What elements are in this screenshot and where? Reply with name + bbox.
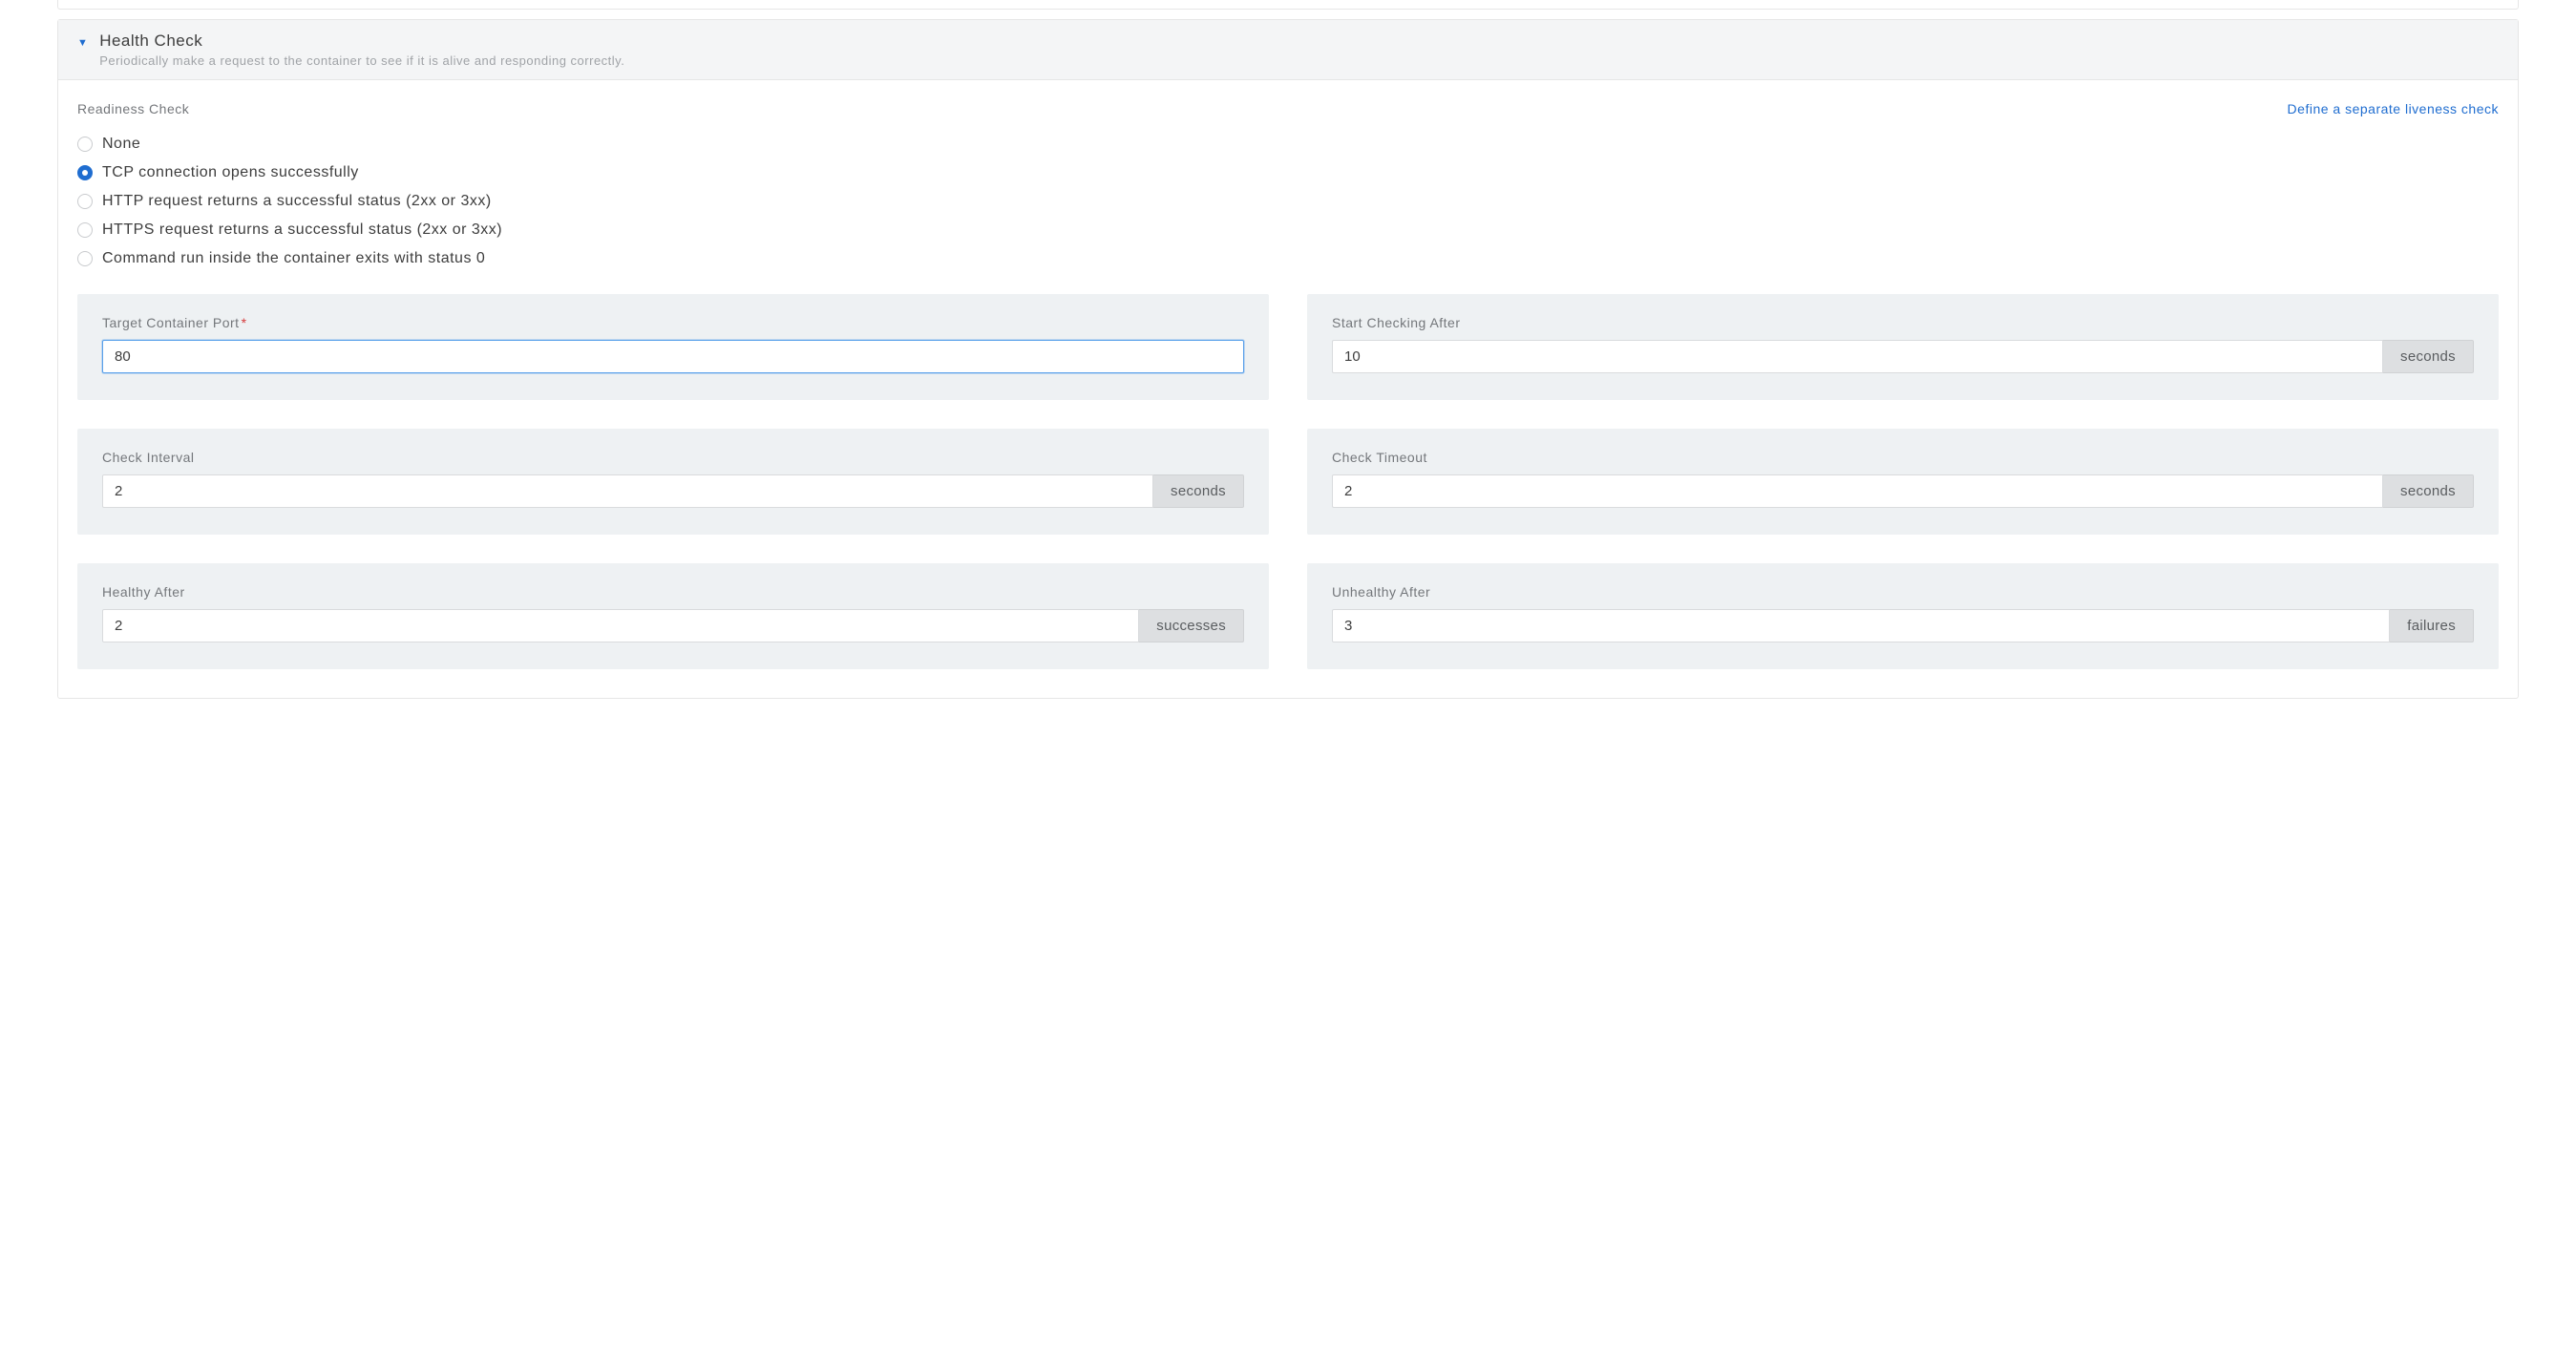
panel-subtitle: Periodically make a request to the conta… [99, 53, 624, 68]
field-label: Healthy After [102, 584, 1244, 600]
input-addon: seconds [2383, 474, 2474, 508]
radio-label: Command run inside the container exits w… [102, 250, 485, 267]
required-asterisk: * [242, 315, 247, 330]
input-addon: failures [2390, 609, 2474, 642]
check-timeout-field: Check Timeout seconds [1307, 429, 2499, 535]
field-label-text: Target Container Port [102, 315, 240, 330]
readiness-check-label: Readiness Check [77, 101, 189, 116]
unhealthy-after-field: Unhealthy After failures [1307, 563, 2499, 669]
input-addon: successes [1139, 609, 1244, 642]
field-label: Unhealthy After [1332, 584, 2474, 600]
check-type-radio-group: None TCP connection opens successfully H… [77, 136, 2499, 267]
check-timeout-input[interactable] [1332, 474, 2383, 508]
unhealthy-after-input[interactable] [1332, 609, 2390, 642]
input-addon: seconds [1153, 474, 1244, 508]
target-port-field: Target Container Port* [77, 294, 1269, 400]
panel-body: Readiness Check Define a separate livene… [58, 80, 2518, 698]
healthy-after-input[interactable] [102, 609, 1139, 642]
radio-https[interactable]: HTTPS request returns a successful statu… [77, 221, 2499, 239]
target-port-input[interactable] [102, 340, 1244, 373]
field-label: Check Interval [102, 450, 1244, 465]
radio-label: TCP connection opens successfully [102, 164, 359, 181]
radio-icon [77, 165, 93, 180]
radio-label: HTTPS request returns a successful statu… [102, 221, 502, 239]
previous-panel-edge [57, 0, 2519, 10]
define-liveness-link[interactable]: Define a separate liveness check [2288, 101, 2499, 116]
radio-label: None [102, 136, 140, 153]
panel-title: Health Check [99, 32, 624, 51]
radio-tcp[interactable]: TCP connection opens successfully [77, 164, 2499, 181]
radio-none[interactable]: None [77, 136, 2499, 153]
collapse-icon[interactable]: ▼ [77, 37, 88, 49]
field-label: Start Checking After [1332, 315, 2474, 330]
radio-icon [77, 194, 93, 209]
radio-icon [77, 137, 93, 152]
check-interval-field: Check Interval seconds [77, 429, 1269, 535]
check-interval-input[interactable] [102, 474, 1153, 508]
field-label: Check Timeout [1332, 450, 2474, 465]
field-label: Target Container Port* [102, 315, 1244, 330]
input-addon: seconds [2383, 340, 2474, 373]
panel-header[interactable]: ▼ Health Check Periodically make a reque… [58, 20, 2518, 80]
health-check-panel: ▼ Health Check Periodically make a reque… [57, 19, 2519, 699]
radio-label: HTTP request returns a successful status… [102, 193, 492, 210]
start-checking-input[interactable] [1332, 340, 2383, 373]
healthy-after-field: Healthy After successes [77, 563, 1269, 669]
start-checking-field: Start Checking After seconds [1307, 294, 2499, 400]
radio-icon [77, 251, 93, 266]
radio-icon [77, 222, 93, 238]
radio-http[interactable]: HTTP request returns a successful status… [77, 193, 2499, 210]
radio-command[interactable]: Command run inside the container exits w… [77, 250, 2499, 267]
